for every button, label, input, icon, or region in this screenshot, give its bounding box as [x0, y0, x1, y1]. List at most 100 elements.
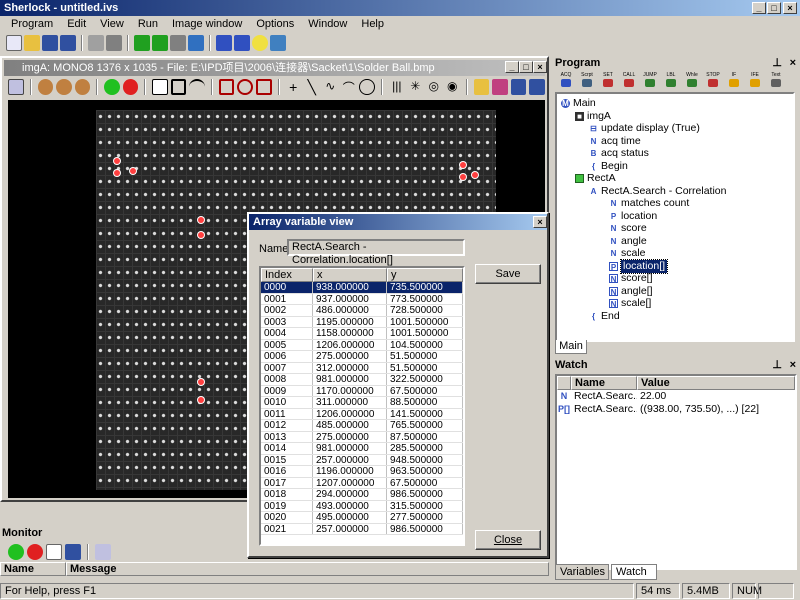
table-row[interactable]: 0010 311.000000 88.500000	[261, 397, 463, 409]
menu-help[interactable]: Help	[354, 16, 391, 32]
image-save-icon[interactable]	[510, 79, 527, 95]
bulb-icon[interactable]	[252, 35, 268, 51]
table-row[interactable]: 0006 275.000000 51.500000	[261, 351, 463, 363]
table-row[interactable]: 0008 981.000000 322.500000	[261, 374, 463, 386]
instruction-button-call[interactable]: CALL	[620, 72, 638, 90]
panel-close-icon[interactable]: ×	[790, 56, 796, 70]
monitor-new-icon[interactable]	[46, 544, 62, 560]
tree-node[interactable]: Nscore[]	[609, 272, 653, 285]
image-close-button[interactable]: ×	[533, 61, 547, 73]
table-row[interactable]: 0011 1206.000000 141.500000	[261, 408, 463, 420]
menu-options[interactable]: Options	[249, 16, 301, 32]
stop-icon[interactable]	[106, 35, 122, 51]
tree-node[interactable]: Nangle	[609, 235, 647, 248]
tree-node[interactable]: {End	[589, 310, 620, 323]
halt-icon[interactable]	[170, 35, 186, 51]
roi-rect-icon[interactable]	[218, 79, 235, 95]
minimize-button[interactable]: _	[752, 2, 766, 14]
image-palette-icon[interactable]	[492, 79, 508, 95]
table-row[interactable]: 0014 981.000000 285.500000	[261, 443, 463, 455]
monitor-header-message[interactable]: Message	[66, 562, 549, 576]
save-icon[interactable]	[42, 35, 58, 51]
curve-icon[interactable]: ⌒	[341, 79, 356, 95]
instruction-button-text[interactable]: Text	[767, 72, 785, 90]
table-row[interactable]: 0002 486.000000 728.500000	[261, 305, 463, 317]
monitor-green-icon[interactable]	[8, 544, 24, 560]
watch-row[interactable]: N RectA.Searc... 22.00	[557, 390, 795, 403]
tab-variables[interactable]: Variables	[555, 564, 609, 580]
instruction-button-if[interactable]: IF	[725, 72, 743, 90]
menu-run[interactable]: Run	[131, 16, 165, 32]
edit-icon[interactable]	[8, 79, 24, 95]
instruction-button-lbl[interactable]: LBL	[662, 72, 680, 90]
tab-watch[interactable]: Watch	[611, 564, 657, 580]
table-row[interactable]: 0009 1170.000000 67.500000	[261, 385, 463, 397]
close-button[interactable]: ×	[783, 2, 797, 14]
menu-program[interactable]: Program	[4, 16, 60, 32]
table-row[interactable]: 0018 294.000000 986.500000	[261, 489, 463, 501]
copy-icon[interactable]	[88, 35, 104, 51]
tree-node[interactable]: A RectA.Search - Correlation	[589, 185, 727, 198]
table-row[interactable]: 0004 1158.000000 1001.500000	[261, 328, 463, 340]
roi-circle-icon[interactable]	[237, 79, 253, 95]
tree-node[interactable]: Bacq status	[589, 147, 649, 160]
rectangle-icon[interactable]	[170, 79, 187, 95]
monitor-header-name[interactable]: Name	[0, 562, 66, 576]
dialog-close-icon[interactable]: ×	[533, 216, 547, 228]
monitor-save-icon[interactable]	[65, 544, 81, 560]
pointer-icon[interactable]	[151, 79, 168, 95]
column-header-index[interactable]: Index	[261, 268, 313, 282]
table-row[interactable]: 0015 257.000000 948.500000	[261, 454, 463, 466]
table-row[interactable]: 0005 1206.000000 104.500000	[261, 339, 463, 351]
save-all-icon[interactable]	[60, 35, 76, 51]
instruction-button-jump[interactable]: JUMP	[641, 72, 659, 90]
image-open-icon[interactable]	[473, 79, 490, 95]
instruction-button-set[interactable]: SET	[599, 72, 617, 90]
watch-header-value[interactable]: Value	[637, 376, 795, 390]
pin-icon[interactable]: ⊥	[772, 56, 782, 70]
monitor-filter-icon[interactable]	[95, 544, 111, 560]
column-header-x[interactable]: x	[313, 268, 387, 282]
tree-node[interactable]: Nacq time	[589, 135, 641, 148]
table-row[interactable]: 0016 1196.000000 963.500000	[261, 466, 463, 478]
tree-node[interactable]: Plocation[]	[609, 258, 669, 274]
tree-node[interactable]: Nscale[]	[609, 297, 651, 310]
zoom-in-icon[interactable]	[37, 79, 54, 95]
zoom-fit-icon[interactable]	[74, 79, 91, 95]
green-light-icon[interactable]	[104, 79, 120, 95]
instruction-button-whie[interactable]: WhIe	[683, 72, 701, 90]
pause-icon[interactable]	[216, 35, 232, 51]
maximize-button[interactable]: □	[767, 2, 781, 14]
roi-annulus-icon[interactable]	[255, 79, 272, 95]
rake-icon[interactable]: |||	[389, 79, 404, 95]
open-icon[interactable]	[24, 35, 40, 51]
image-save-as-icon[interactable]	[529, 79, 545, 95]
table-row[interactable]: 0001 937.000000 773.500000	[261, 293, 463, 305]
line-icon[interactable]: ╲	[304, 79, 319, 95]
new-icon[interactable]	[6, 35, 22, 51]
menu-view[interactable]: View	[93, 16, 131, 32]
menu-image-window[interactable]: Image window	[165, 16, 249, 32]
tab-main[interactable]: Main	[555, 340, 587, 354]
menu-edit[interactable]: Edit	[60, 16, 93, 32]
circle-icon[interactable]	[359, 79, 376, 95]
tree-node[interactable]: {Begin	[589, 160, 628, 173]
red-light-icon[interactable]	[122, 79, 138, 95]
tree-node[interactable]: ⊟ update display (True)	[589, 122, 700, 135]
tree-node[interactable]: RectA	[575, 172, 616, 185]
step-icon[interactable]	[188, 35, 204, 51]
column-header-y[interactable]: y	[387, 268, 463, 282]
table-row[interactable]: 0012 485.000000 765.500000	[261, 420, 463, 432]
monitor-red-icon[interactable]	[27, 544, 43, 560]
pin-icon[interactable]: ⊥	[772, 358, 782, 372]
table-row[interactable]: 0007 312.000000 51.500000	[261, 362, 463, 374]
watch-row[interactable]: P[] RectA.Searc... ((938.00, 735.50), ...)…	[557, 403, 795, 416]
program-tree[interactable]: M Main ■ imgA ⊟ update display (True) Nacq tim…	[555, 92, 795, 342]
instruction-button-acq[interactable]: ACQ	[557, 72, 575, 90]
image-minimize-button[interactable]: _	[505, 61, 519, 73]
tree-node[interactable]: Nscore	[609, 222, 647, 235]
save-button[interactable]: Save	[475, 264, 541, 284]
panel-close-icon[interactable]: ×	[790, 358, 796, 372]
image-maximize-button[interactable]: □	[519, 61, 533, 73]
array-grid[interactable]: Index x y 0000 938.000000 735.500000 0001 93…	[259, 266, 465, 546]
